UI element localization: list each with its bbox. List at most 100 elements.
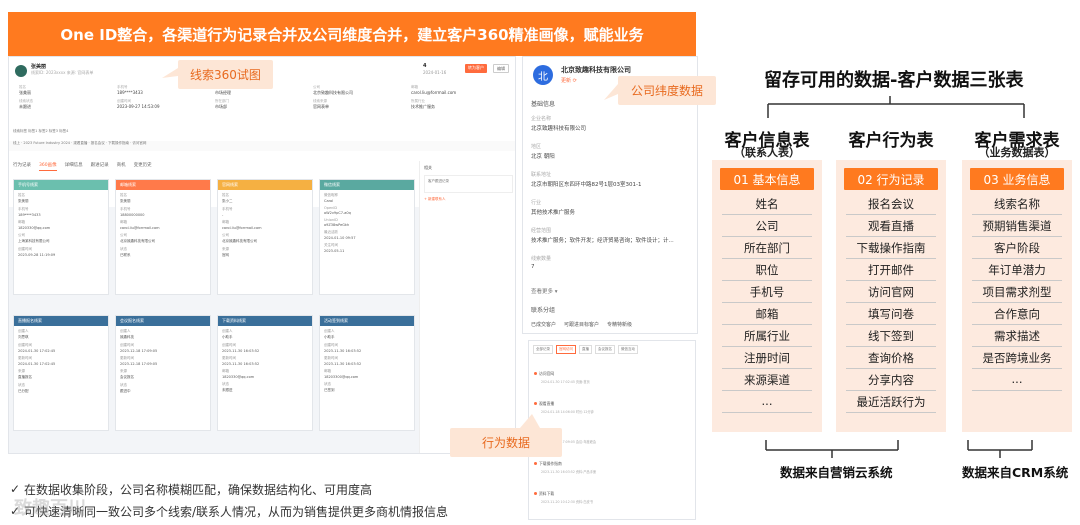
card-value: 2023-12-18 17:09:05 [120,362,158,366]
table-item: 是否跨境业务 [982,351,1052,365]
card-value: 张小二 [222,199,233,203]
card-title: 官网线索 [218,180,312,190]
card-value: 张美丽 [120,199,131,203]
table-head: 01 基本信息 [720,168,814,190]
lead-card[interactable]: 直播报名线索 创建人 刘思琪 创建时间 2024-01-30 17:02:45 更新时间 2… [13,315,109,431]
card-label: 最近活跃 [324,230,338,234]
source-crm: 数据来自CRM系统 [962,465,1069,480]
callout-behavior: 行为数据 [450,428,562,457]
tab-history[interactable]: 变更历史 [134,159,152,171]
table-divider [846,346,936,347]
show-more-link[interactable]: 查看更多 ▾ [531,287,691,295]
tab-opportunity[interactable]: 商机 [117,159,126,171]
company-row-label: 经营范围 [531,228,552,234]
company-btn-3[interactable]: 专精特新级 [607,321,632,328]
card-title: 活动签到线索 [320,316,414,326]
lead-card[interactable]: 邮箱线索 姓名 张美丽 手机号 18800000000 邮箱 carol.liu@forrm… [115,179,211,295]
lead-card[interactable]: 下载资料线索 创建人 小助手 创建时间 2023-11-30 16:03:52 更新时间 2… [217,315,313,431]
lead-field: 创建时间 2023-09-27 14:53:09 [117,99,215,110]
field-value: 市场部 [215,104,227,109]
card-value: 2023-11-30 16:03:52 [324,349,362,353]
table-divider [722,236,812,237]
card-value: 未跟进 [222,388,233,392]
convert-button[interactable]: 转为客户 [465,64,487,73]
table-item: ... [761,394,773,408]
card-value: 北京致趣科技有限公司 [222,239,257,243]
tab-behavior[interactable]: 行为记录 [13,159,31,171]
company-btn-2[interactable]: 可跟进目标客户 [564,321,599,328]
lead-card[interactable]: 会议报名线索 创建人 致趣科技 创建时间 2023-12-18 17:09:05 更新时间… [115,315,211,431]
table-divider [846,368,936,369]
tab-360[interactable]: 360画像 [39,159,57,171]
card-value: oW2v9pC7-a0q [324,211,351,215]
card-title: 会议报名线索 [116,316,210,326]
lead-card[interactable]: 活动签到线索 创建人 小助手 创建时间 2023-11-30 16:03:52 更新时间 2… [319,315,415,431]
card-label: 创建时间 [222,343,236,347]
lead-card[interactable]: 官网线索 姓名 张小二 手机号 - 邮箱 carol.liu@forrmail.com 公司北… [217,179,313,295]
kpi-value: 4 [423,63,427,69]
table-item: 手机号 [749,285,785,299]
card-value: 小助手 [222,335,233,339]
timeline-dot-icon [534,402,537,405]
table-item: 项目需求剂型 [982,285,1052,299]
card-value: 2024-01-30 17:02:45 [18,349,56,353]
card-value: 已分配 [18,389,29,393]
company-logo: 北 [533,65,553,85]
card-label: 创建时间 [18,343,32,347]
table-column: 03 业务信息 线索名称 预期销售渠道 客户阶段 年订单潜力 项目需求剂型 合作意向 需求描述… [962,160,1072,432]
card-value: carol.liu@forrmail.com [222,226,262,230]
table-item: 预期销售渠道 [982,219,1052,233]
lead-name: 张美丽 [31,64,47,70]
lead-card[interactable]: 微信线索 微信昵称 Carol OpenID oW2v9pC7-a0q UnionID o9… [319,179,415,295]
table-divider [722,214,812,215]
card-title: 直播报名线索 [14,316,108,326]
table-item: 年订单潜力 [988,263,1046,277]
side-title: 相关 [424,165,432,170]
tl-tab-meeting[interactable]: 会议报名 [595,345,615,354]
tl-tab-all[interactable]: 全部记录 [533,345,553,354]
card-label: 邮箱 [324,369,331,373]
card-label: 姓名 [120,193,127,197]
card-label: 更新时间 [222,356,236,360]
company-buttons: 已成交客户 可跟进目标客户 专精特新级 [531,321,632,328]
card-body: 创建人 小助手 创建时间 2023-11-30 16:03:52 更新时间 2023-11… [218,326,312,399]
card-label: 状态 [222,382,229,386]
table-item: 填写问卷 [868,307,914,321]
table-divider [972,390,1062,391]
card-value: 2023-09-28 11:19:09 [18,253,56,257]
tl-tab-live[interactable]: 直播 [579,345,592,354]
company-row-label: 企业名称 [531,116,552,122]
lead-field: 所属行业 技术推广服务 [411,99,509,110]
card-label: 关注时间 [324,243,338,247]
card-value: 跟进中 [120,389,131,393]
update-link[interactable]: 更新 ⟳ [561,77,577,84]
lead-field: 所在部门 市场部 [215,99,313,110]
company-row-value: 北京 朝阳 [531,154,555,160]
card-label: 更新时间 [324,356,338,360]
card-label: 公司 [120,233,127,237]
table-item: 最近活跃行为 [856,395,926,409]
card-value: 北京致趣科技有限公司 [120,239,155,243]
field-value: 张美丽 [19,90,31,95]
card-label: 状态 [120,247,127,251]
watermark-logo: 致趣百川 [14,498,86,519]
tab-followup[interactable]: 跟进记录 [91,159,109,171]
timeline-sub: 2023-11-20 10:12:30 资料:白皮书 [541,500,593,504]
card-value: - [222,213,224,217]
table-divider [846,258,936,259]
card-body: 创建人 刘思琪 创建时间 2024-01-30 17:02:45 更新时间 2024-01… [14,326,108,400]
tl-tab-wechat[interactable]: 微信互动 [618,345,638,354]
side-box[interactable]: 客户跟进记录 [424,175,513,193]
add-contact-link[interactable]: + 新建联系人 [420,193,515,206]
card-label: 状态 [120,383,127,387]
tl-tab-web[interactable]: 官网访问 [556,345,576,354]
card-label: 邮箱 [222,220,229,224]
tab-detail[interactable]: 详细信息 [65,159,83,171]
edit-button[interactable]: 编辑 [493,64,509,73]
card-label: 创建人 [222,329,233,333]
lead-card[interactable]: 手机号线索 姓名 张美丽 手机号 189****3433 邮箱 1820330@qq.com… [13,179,109,295]
field-value: 技术推广服务 [411,104,435,109]
table-divider [972,368,1062,369]
card-value: 2023-12-18 17:09:05 [120,349,158,353]
company-btn-1[interactable]: 已成交客户 [531,321,556,328]
